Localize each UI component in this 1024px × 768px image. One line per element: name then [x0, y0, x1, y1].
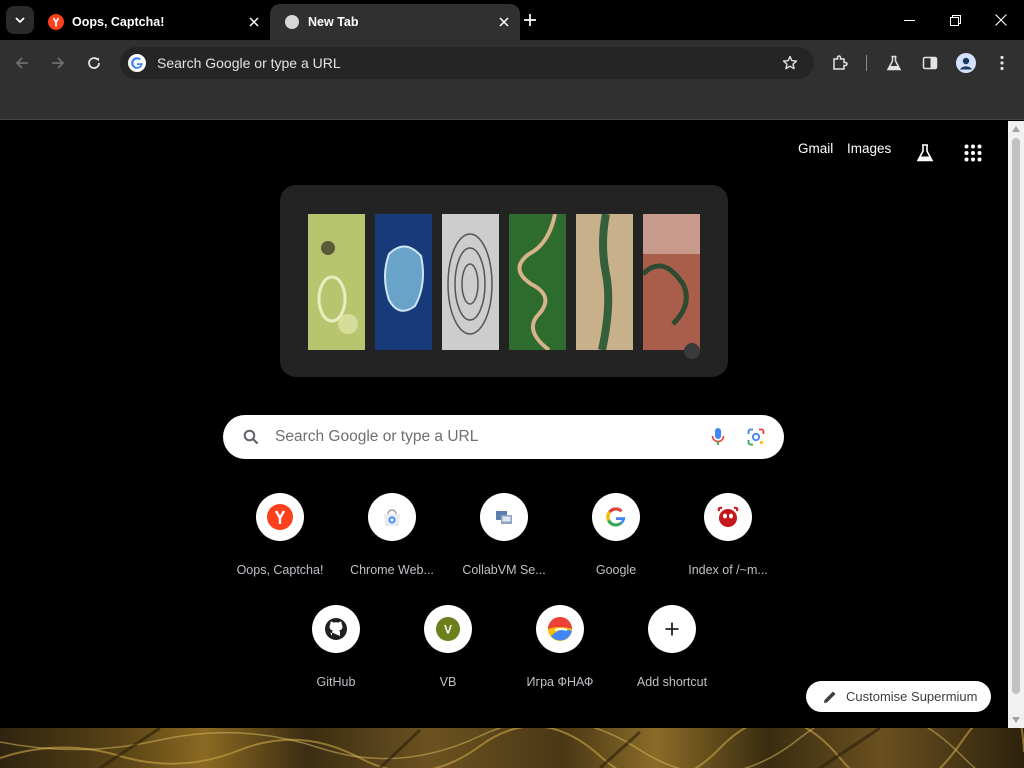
menu-button[interactable] [988, 49, 1016, 77]
tab-new-tab[interactable]: New Tab [270, 4, 520, 40]
collabvm-icon [480, 493, 528, 541]
extensions-button[interactable] [826, 49, 854, 77]
minimize-icon [903, 19, 915, 21]
pencil-icon [822, 689, 838, 705]
search-box[interactable]: Search Google or type a URL [223, 415, 784, 459]
shortcut-label: Index of /~m... [688, 563, 768, 577]
plus-icon [524, 14, 536, 26]
microphone-icon[interactable] [706, 425, 730, 449]
search-icon [241, 427, 261, 447]
tab-search-button[interactable] [6, 6, 34, 34]
google-lens-icon[interactable] [744, 425, 768, 449]
forward-button[interactable] [44, 49, 72, 77]
toolbar-separator [866, 55, 867, 71]
yandex-icon [48, 14, 64, 30]
doodle-landscape-image [576, 214, 633, 350]
scrollbar-thumb[interactable] [1012, 138, 1020, 694]
shortcut-label: Google [595, 563, 637, 577]
labs-button[interactable] [880, 49, 908, 77]
shortcut-label: Oops, Captcha! [236, 563, 324, 577]
restore-icon [949, 14, 961, 26]
scroll-up-arrow-icon[interactable] [1008, 121, 1024, 137]
colorful-ball-icon [536, 605, 584, 653]
back-button[interactable] [8, 49, 36, 77]
shortcut-label: Chrome Web... [350, 563, 434, 577]
google-doodle[interactable] [280, 185, 728, 377]
doodle-landscape-image [509, 214, 566, 350]
share-icon[interactable] [684, 343, 700, 359]
arrow-left-icon [15, 57, 28, 69]
doodle-landscape-image [375, 214, 432, 350]
flask-icon [886, 55, 902, 71]
google-icon [592, 493, 640, 541]
shortcut-tile[interactable]: Oops, Captcha! [224, 493, 336, 605]
plus-icon [648, 605, 696, 653]
wallpaper-texture-image [0, 728, 1024, 768]
globe-icon [284, 14, 300, 30]
shortcut-label: Add shortcut [636, 675, 708, 689]
labs-icon[interactable] [913, 141, 937, 165]
shortcut-tile[interactable]: GitHub [280, 605, 392, 717]
letter-v-icon: V [424, 605, 472, 653]
google-icon [128, 54, 146, 72]
bookmark-bar [0, 86, 1024, 120]
images-link[interactable]: Images [847, 141, 891, 156]
google-apps-icon[interactable] [961, 141, 985, 165]
tab-title: New Tab [308, 15, 359, 29]
side-panel-icon [922, 56, 938, 70]
arrow-right-icon [52, 57, 65, 69]
tab-title: Oops, Captcha! [72, 15, 165, 29]
shortcut-tile[interactable]: Index of /~m... [672, 493, 784, 605]
add-shortcut-tile[interactable]: Add shortcut [616, 605, 728, 717]
new-tab-page: Gmail Images Search Google or type a URL… [0, 121, 1008, 728]
page-scrollbar[interactable] [1008, 121, 1024, 728]
gmail-link[interactable]: Gmail [798, 141, 833, 156]
new-tab-button[interactable] [518, 8, 542, 32]
chrome-web-store-icon [368, 493, 416, 541]
customise-button[interactable]: Customise Supermium [806, 681, 991, 712]
chevron-down-icon [15, 17, 25, 24]
customise-label: Customise Supermium [846, 689, 978, 704]
shortcut-tile[interactable]: Игра ФНАФ [504, 605, 616, 717]
yandex-icon [256, 493, 304, 541]
github-icon [312, 605, 360, 653]
shortcut-tile[interactable]: V VB [392, 605, 504, 717]
reload-icon [88, 57, 100, 69]
doodle-landscape-image [643, 214, 700, 350]
shortcut-label: Игра ФНАФ [526, 675, 594, 689]
search-input[interactable]: Search Google or type a URL [275, 428, 706, 446]
omnibox[interactable]: Search Google or type a URL [120, 47, 814, 79]
omnibox-text: Search Google or type a URL [157, 55, 341, 71]
avatar-icon [956, 53, 976, 73]
side-panel-button[interactable] [916, 49, 944, 77]
shortcut-tile[interactable]: Google [560, 493, 672, 605]
close-tab-icon[interactable] [494, 12, 514, 32]
close-icon [995, 14, 1007, 26]
shortcut-tile[interactable]: CollabVM Se... [448, 493, 560, 605]
shortcut-label: CollabVM Se... [462, 563, 546, 577]
doodle-landscape-image [442, 214, 499, 350]
minimize-button[interactable] [886, 0, 932, 40]
desktop-wallpaper [0, 728, 1024, 768]
close-window-button[interactable] [978, 0, 1024, 40]
profile-button[interactable] [952, 49, 980, 77]
shortcut-tile[interactable]: Chrome Web... [336, 493, 448, 605]
puzzle-icon [833, 55, 848, 70]
restore-button[interactable] [932, 0, 978, 40]
toolbar: Search Google or type a URL [0, 40, 1024, 86]
reload-button[interactable] [80, 49, 108, 77]
tab-strip: Oops, Captcha! New Tab [0, 0, 1024, 40]
shortcut-label: VB [439, 675, 457, 689]
scroll-down-arrow-icon[interactable] [1008, 712, 1024, 728]
doodle-landscape-image [308, 214, 365, 350]
shortcut-label: GitHub [316, 675, 356, 689]
bookmark-star-icon[interactable] [778, 51, 802, 75]
svg-text:V: V [444, 623, 452, 637]
kebab-menu-icon [1000, 55, 1004, 71]
tab-oops-captcha[interactable]: Oops, Captcha! [40, 4, 270, 40]
close-tab-icon[interactable] [244, 12, 264, 32]
freebsd-icon [704, 493, 752, 541]
